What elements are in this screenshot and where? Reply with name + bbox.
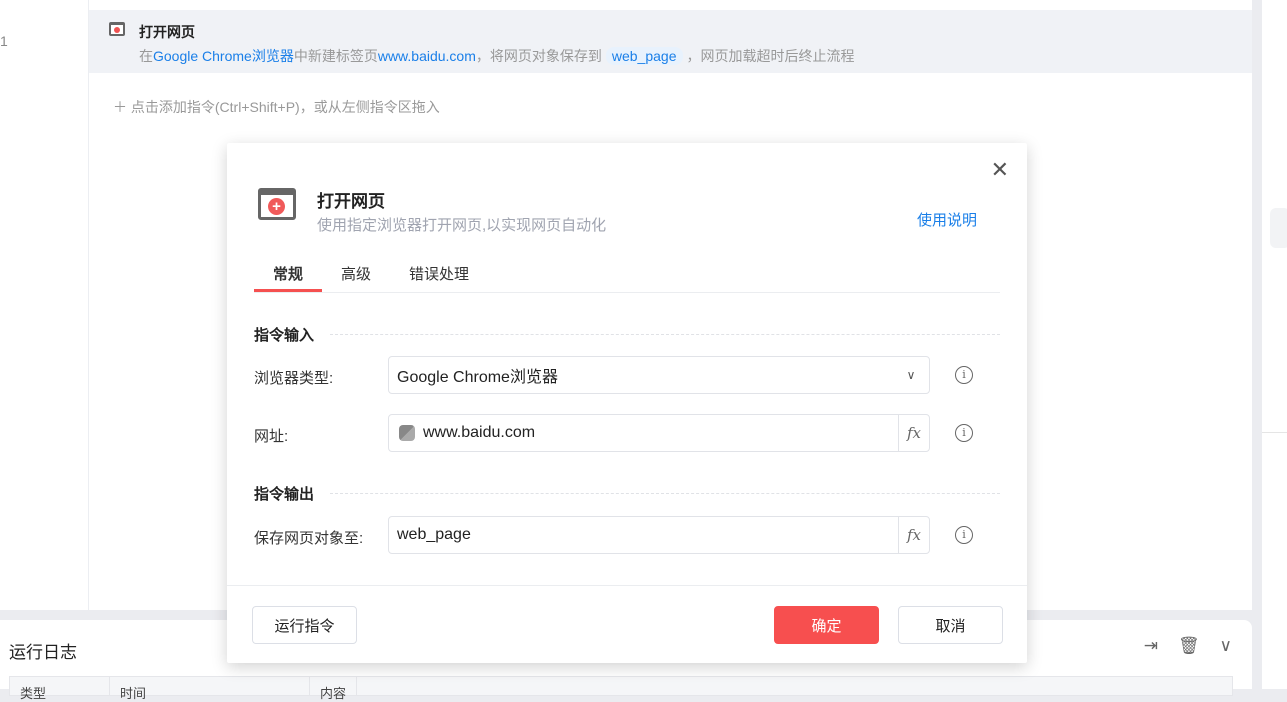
- info-icon[interactable]: i: [955, 526, 973, 544]
- col-type: 类型: [10, 677, 110, 701]
- help-link[interactable]: 使用说明: [917, 209, 977, 230]
- browser-select[interactable]: Google Chrome浏览器 ∨: [388, 356, 930, 394]
- close-icon[interactable]: ✕: [991, 157, 1009, 183]
- browser-label: 浏览器类型:: [254, 370, 334, 387]
- dialog-subtitle: 使用指定浏览器打开网页,以实现网页自动化: [317, 217, 607, 234]
- url-input[interactable]: www.baidu.com fx: [388, 414, 930, 452]
- tab-advanced[interactable]: 高级: [322, 255, 390, 292]
- chevron-down-icon[interactable]: ∨: [1220, 636, 1232, 656]
- fx-button[interactable]: fx: [898, 415, 929, 451]
- plus-icon: ＋: [113, 99, 127, 115]
- line-number: 1: [0, 33, 8, 49]
- dialog-title: 打开网页: [317, 192, 385, 211]
- gutter-divider: [88, 0, 89, 610]
- log-table-header: 类型 时间 内容: [9, 676, 1233, 701]
- run-instruction-button[interactable]: 运行指令: [252, 606, 357, 644]
- divider: [1262, 432, 1287, 433]
- add-instruction-hint[interactable]: ＋ 点击添加指令(Ctrl+Shift+P)，或从左侧指令区拖入: [113, 97, 440, 117]
- right-panel: [1262, 0, 1287, 689]
- log-title: 运行日志: [9, 643, 77, 662]
- section-output: 指令输出: [254, 483, 1000, 504]
- col-content: 内容: [310, 677, 358, 701]
- tab-general[interactable]: 常规: [254, 255, 323, 292]
- tab-error-handling[interactable]: 错误处理: [390, 255, 488, 292]
- step-description: 在Google Chrome浏览器中新建标签页www.baidu.com，将网页…: [139, 47, 855, 65]
- cancel-button[interactable]: 取消: [898, 606, 1003, 644]
- step-title: 打开网页: [139, 24, 195, 40]
- open-webpage-dialog: ✕ 打开网页 使用指定浏览器打开网页,以实现网页自动化 使用说明 常规 高级 错…: [227, 143, 1027, 663]
- python-icon: [399, 425, 415, 441]
- save-variable-input[interactable]: web_page fx: [388, 516, 930, 554]
- step-row-open-webpage[interactable]: 打开网页 在Google Chrome浏览器中新建标签页www.baidu.co…: [89, 10, 1252, 73]
- side-tab[interactable]: [1270, 208, 1287, 248]
- confirm-button[interactable]: 确定: [774, 606, 879, 644]
- url-label: 网址:: [254, 428, 289, 445]
- chevron-down-icon: ∨: [906, 368, 916, 382]
- info-icon[interactable]: i: [955, 424, 973, 442]
- trash-icon[interactable]: 🗑: [1178, 636, 1200, 656]
- browser-icon: [258, 188, 296, 220]
- variable-chip: web_page: [605, 47, 683, 65]
- export-icon[interactable]: ⇥: [1144, 636, 1158, 656]
- browser-icon: [109, 22, 125, 36]
- col-time: 时间: [110, 677, 310, 701]
- section-input: 指令输入: [254, 324, 1000, 345]
- footer-divider: [227, 585, 1027, 586]
- info-icon[interactable]: i: [955, 366, 973, 384]
- save-label: 保存网页对象至:: [254, 530, 364, 547]
- fx-button[interactable]: fx: [898, 517, 929, 553]
- dialog-tabs: 常规 高级 错误处理: [254, 255, 1000, 293]
